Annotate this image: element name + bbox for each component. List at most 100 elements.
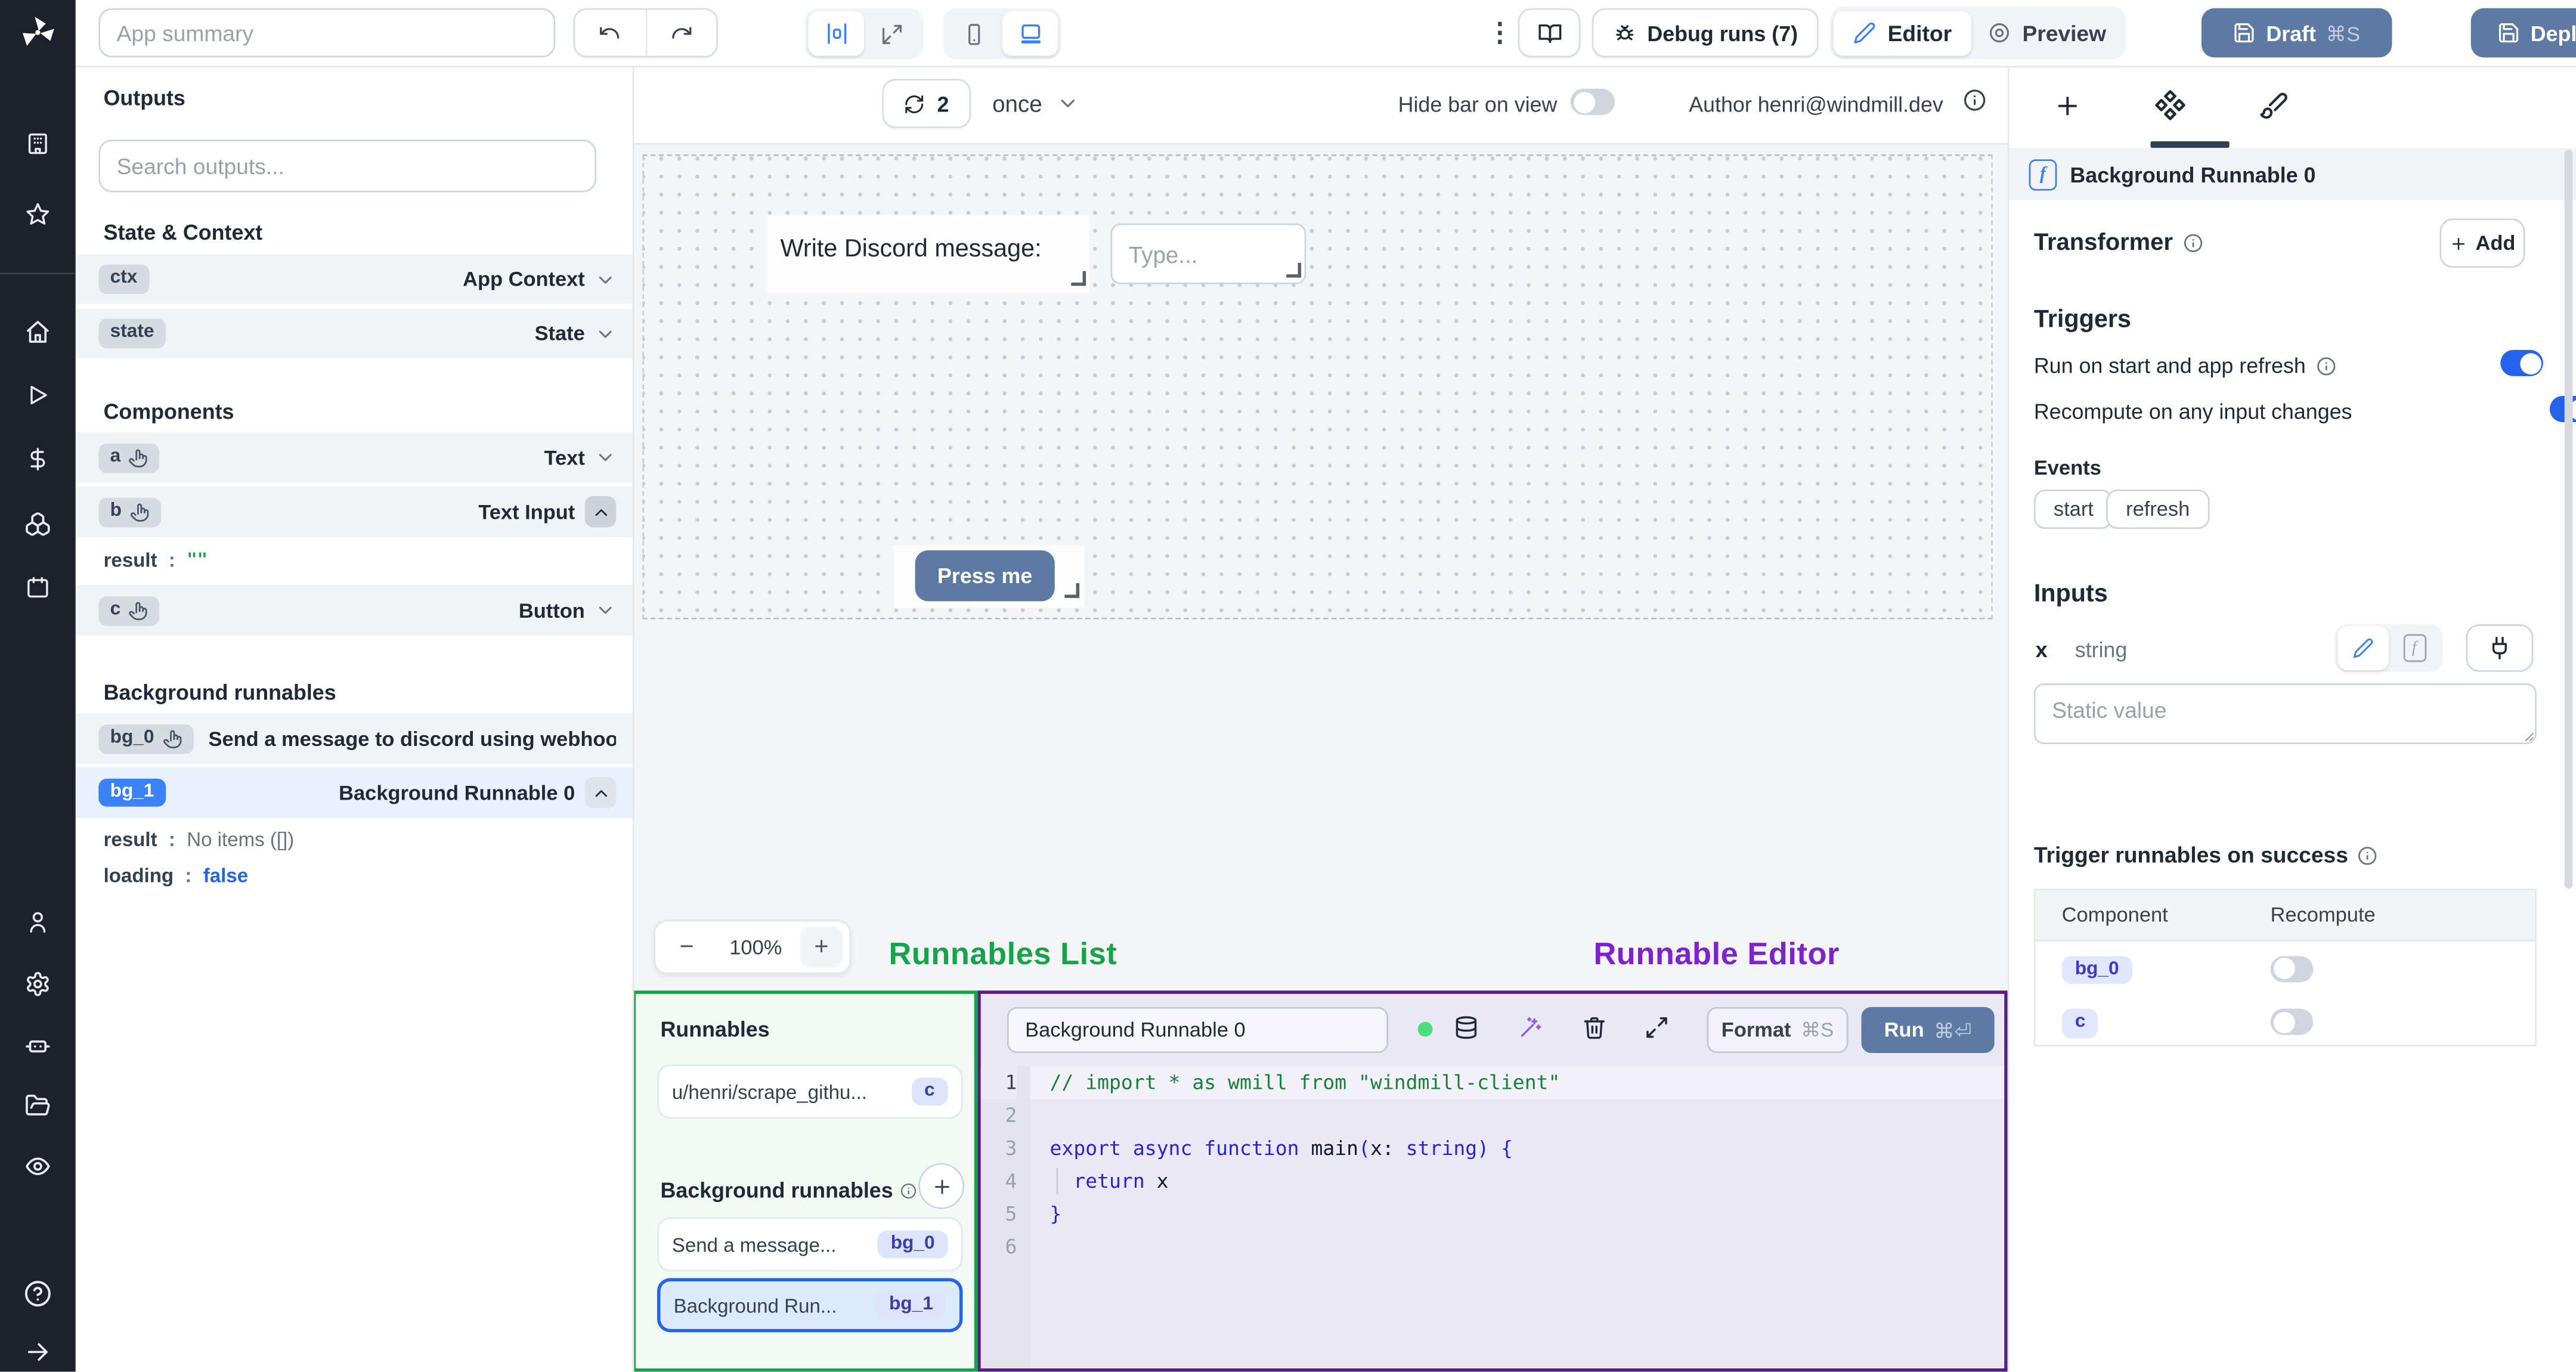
output-row-state[interactable]: state State — [75, 308, 633, 358]
runnable-item-script[interactable]: u/henri/scrape_githu... c — [657, 1064, 963, 1119]
tab-add-component[interactable] — [2054, 92, 2082, 120]
b-result-row[interactable]: result: "" — [76, 540, 633, 580]
format-button[interactable]: Format ⌘S — [1707, 1006, 1849, 1054]
chevron-down-icon — [599, 606, 612, 614]
press-me-button[interactable]: Press me — [915, 550, 1055, 602]
schedules-calendar-icon[interactable] — [26, 575, 50, 599]
undo-button[interactable] — [575, 10, 647, 56]
runs-play-icon[interactable] — [26, 383, 50, 407]
desktop-view-button[interactable] — [1002, 11, 1058, 56]
help-icon[interactable] — [24, 1280, 52, 1308]
refresh-icon — [906, 94, 924, 113]
eval-mode-function-button[interactable]: f — [2389, 626, 2439, 670]
zoom-out-button[interactable]: − — [662, 933, 711, 961]
draft-save-button[interactable]: Draft ⌘S — [2201, 8, 2392, 58]
static-value-textarea[interactable] — [2033, 683, 2537, 745]
audit-eye-icon[interactable] — [24, 1153, 51, 1179]
text-component[interactable]: Write Discord message: — [767, 215, 1089, 293]
textarea-resize-grip[interactable] — [2519, 726, 2535, 743]
redo-button[interactable] — [646, 10, 716, 56]
bg1-loading-row[interactable]: loading: false — [76, 857, 633, 894]
collapse-button[interactable] — [584, 496, 617, 528]
refresh-button[interactable]: 2 — [882, 79, 971, 128]
chevron-down-icon — [599, 454, 612, 462]
expand-sidebar-arrow-icon[interactable] — [24, 1339, 51, 1365]
add-background-runnable-button[interactable] — [918, 1163, 965, 1209]
info-icon[interactable] — [1963, 89, 1986, 112]
folders-icon[interactable] — [24, 1092, 51, 1119]
output-row-a[interactable]: a Text — [75, 432, 633, 483]
workspace-icon[interactable] — [26, 131, 50, 156]
frequency-select[interactable]: once — [992, 91, 1080, 117]
code-line-3[interactable]: export async function main(x: string) { — [1050, 1132, 1513, 1165]
output-row-bg0[interactable]: bg_0 Send a message to discord using web… — [75, 713, 633, 764]
docs-book-button[interactable] — [1518, 8, 1581, 58]
ai-wand-icon[interactable] — [1518, 1015, 1543, 1040]
center-canvas-button[interactable] — [808, 11, 865, 56]
tab-theme-brush-icon[interactable] — [2259, 91, 2289, 120]
settings-gear-icon[interactable] — [24, 971, 51, 997]
line-number: 5 — [1005, 1202, 1017, 1226]
editor-preview-toggle: Editor Preview — [1830, 7, 2126, 60]
a-badge: a — [110, 446, 121, 466]
recompute-toggle-bg0[interactable] — [2270, 955, 2314, 982]
tab-components-icon[interactable] — [2154, 89, 2187, 122]
collapse-button[interactable] — [584, 777, 617, 809]
zoom-in-button[interactable]: + — [800, 926, 843, 968]
favorites-star-icon[interactable] — [26, 202, 50, 227]
info-icon[interactable] — [2358, 845, 2377, 865]
connect-plug-button[interactable] — [2466, 624, 2534, 672]
fullscreen-canvas-button[interactable] — [864, 11, 920, 55]
output-row-c[interactable]: c Button — [75, 584, 633, 636]
output-row-ctx[interactable]: ctx App Context — [75, 255, 633, 304]
event-chip-start[interactable]: start — [2033, 490, 2113, 529]
inspector-panel: f Background Runnable 0 Transformer Add … — [2007, 66, 2576, 1372]
cache-database-icon[interactable] — [1454, 1015, 1478, 1040]
delete-trash-icon[interactable] — [1582, 1015, 1606, 1040]
hide-bar-toggle[interactable] — [1570, 88, 1615, 115]
static-mode-pencil-button[interactable] — [2337, 625, 2389, 671]
tab-preview[interactable]: Preview — [1971, 11, 2122, 55]
runnable-item-bg1-selected[interactable]: Background Run... bg_1 — [657, 1278, 963, 1333]
app-summary-input[interactable] — [98, 8, 556, 58]
recompute-toggle-c[interactable] — [2270, 1008, 2314, 1035]
event-chip-refresh[interactable]: refresh — [2106, 490, 2210, 529]
add-transformer-button[interactable]: Add — [2439, 218, 2525, 268]
zoom-level: 100% — [729, 936, 782, 959]
resize-handle[interactable] — [1286, 262, 1302, 278]
code-line-1[interactable]: // import * as wmill from "windmill-clie… — [1050, 1066, 1561, 1099]
run-on-start-toggle[interactable] — [2500, 349, 2543, 376]
user-icon[interactable] — [26, 910, 50, 934]
resources-boxes-icon[interactable] — [24, 511, 51, 537]
workers-icon[interactable] — [24, 1032, 51, 1058]
resize-handle[interactable] — [1071, 271, 1086, 286]
pointer-hand-icon — [129, 448, 148, 467]
windmill-logo[interactable] — [18, 13, 57, 52]
column-component: Component — [2061, 903, 2168, 927]
deploy-button[interactable]: Deploy — [2470, 8, 2576, 58]
output-row-b[interactable]: b Text Input — [75, 486, 633, 537]
code-line-4[interactable]: return x — [1050, 1165, 1168, 1197]
resize-handle[interactable] — [1064, 583, 1080, 598]
info-icon[interactable] — [900, 1182, 917, 1198]
tab-editor[interactable]: Editor — [1833, 10, 1972, 55]
scrollbar-thumb[interactable] — [2564, 149, 2573, 889]
runnable-item-bg0[interactable]: Send a message... bg_0 — [657, 1217, 963, 1272]
run-button[interactable]: Run ⌘⏎ — [1861, 1006, 1995, 1054]
runnable-name-input[interactable] — [1007, 1006, 1389, 1054]
bg1-result-row[interactable]: result: No items ([]) — [76, 822, 633, 858]
info-icon[interactable] — [2315, 355, 2335, 375]
text-input-component[interactable]: Type... — [1110, 223, 1306, 284]
mobile-view-button[interactable] — [946, 11, 1002, 55]
home-icon[interactable] — [24, 318, 51, 345]
code-line-5[interactable]: } — [1050, 1197, 1062, 1230]
more-options-kebab[interactable]: ⋮ — [1487, 17, 1515, 49]
info-icon[interactable] — [2182, 233, 2202, 253]
expand-editor-icon[interactable] — [1645, 1015, 1669, 1040]
output-row-bg1-selected[interactable]: bg_1 Background Runnable 0 — [75, 767, 633, 819]
triggers-title: Triggers — [2033, 305, 2131, 334]
search-outputs-input[interactable] — [98, 140, 597, 193]
debug-runs-button[interactable]: Debug runs (7) — [1592, 8, 1819, 58]
variables-dollar-icon[interactable] — [26, 447, 50, 471]
canvas-align-group — [804, 8, 924, 60]
